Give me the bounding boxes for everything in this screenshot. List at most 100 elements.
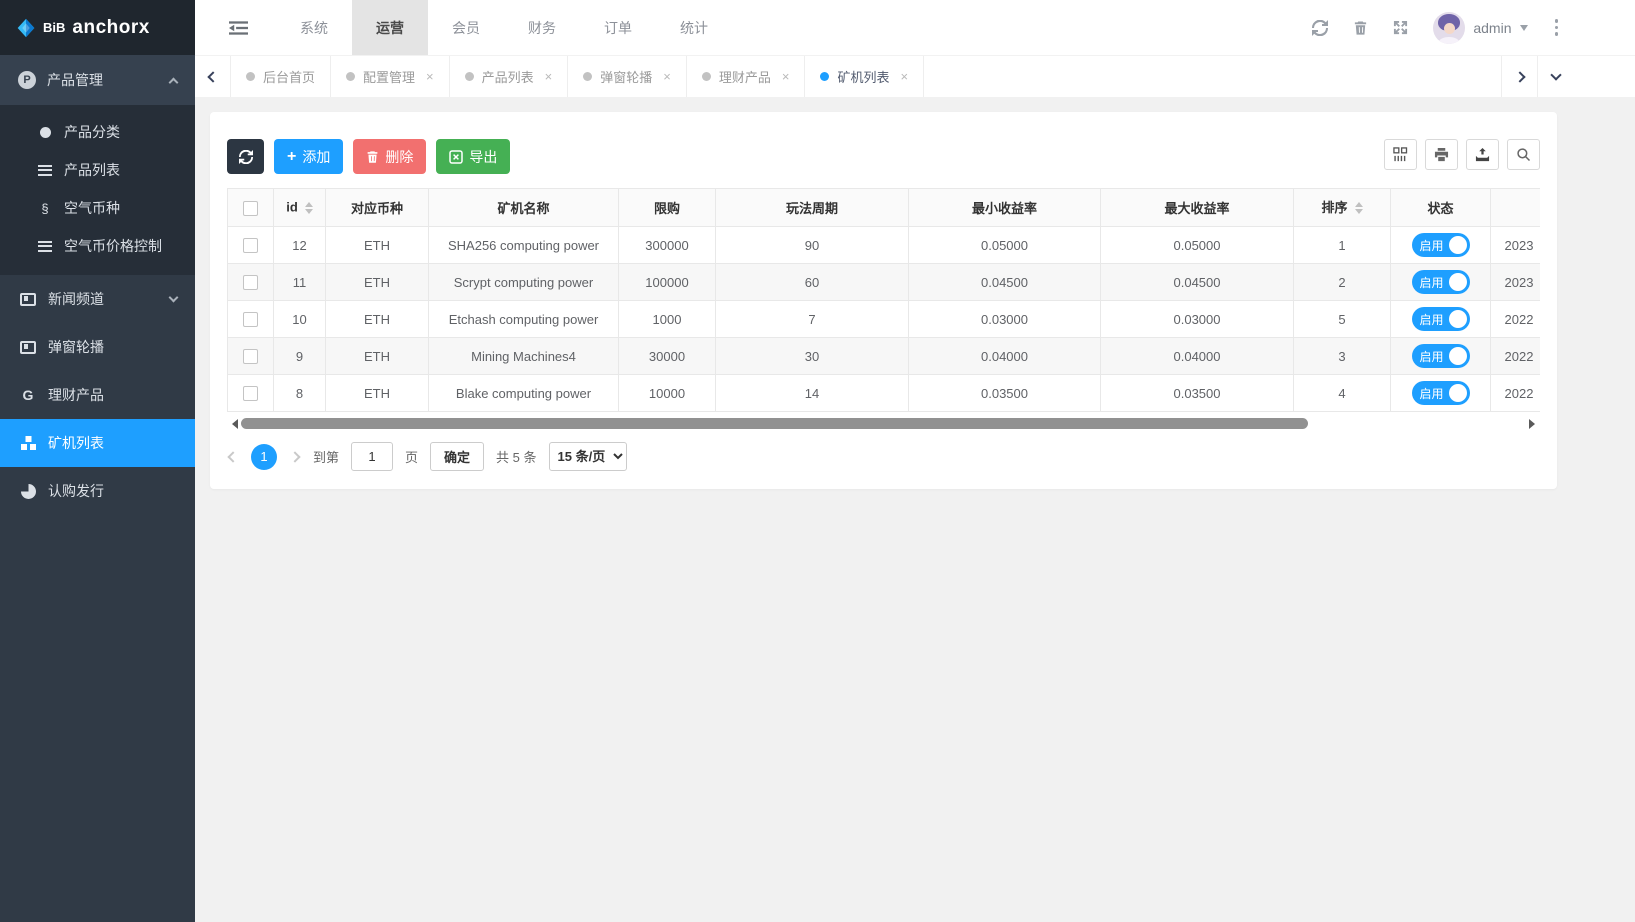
- trash-icon[interactable]: [1353, 20, 1368, 36]
- row-checkbox[interactable]: [243, 275, 258, 291]
- export-file-button[interactable]: [1466, 139, 1499, 170]
- toolbar-right-icons: [1384, 139, 1540, 170]
- refresh-icon[interactable]: [1312, 19, 1329, 36]
- top-nav-item[interactable]: 系统: [276, 0, 352, 55]
- cell-id: 8: [273, 374, 326, 412]
- top-nav-item[interactable]: 运营: [352, 0, 428, 55]
- scroll-right-arrow-icon[interactable]: [1529, 418, 1540, 429]
- header-max-rate: 最大收益率: [1100, 188, 1294, 227]
- collapse-menu-icon[interactable]: [229, 20, 248, 36]
- sidebar-item-mining-list[interactable]: 矿机列表: [0, 419, 195, 467]
- sidebar-item-air-coin-price-control[interactable]: 空气币价格控制: [0, 227, 195, 265]
- table-row: 10 ETH Etchash computing power 1000 7 0.…: [227, 300, 1540, 338]
- jump-suffix-label: 页: [405, 450, 419, 465]
- add-button[interactable]: + 添加: [274, 139, 344, 174]
- tab[interactable]: 配置管理 ×: [331, 56, 450, 97]
- sidebar-item-product-management[interactable]: P 产品管理: [0, 55, 195, 105]
- search-button[interactable]: [1507, 139, 1540, 170]
- fullscreen-icon[interactable]: [1393, 20, 1408, 35]
- status-toggle[interactable]: 启用: [1411, 381, 1470, 405]
- next-page-button[interactable]: [289, 450, 301, 463]
- tabs-scroll-right-button[interactable]: [1501, 56, 1537, 97]
- tab[interactable]: 后台首页: [231, 56, 332, 97]
- cell-id: 9: [273, 337, 326, 375]
- confirm-button[interactable]: 确定: [430, 442, 485, 471]
- sidebar-item-label: 产品列表: [64, 162, 120, 178]
- delete-button[interactable]: 删除: [353, 139, 427, 174]
- sidebar-item-popup-carousel[interactable]: 弹窗轮播: [0, 323, 195, 371]
- sidebar-item-news-channel[interactable]: 新闻频道: [0, 275, 195, 323]
- top-nav-item[interactable]: 订单: [580, 0, 656, 55]
- cell-created: 2022: [1490, 374, 1540, 412]
- page-number-button[interactable]: 1: [251, 443, 277, 470]
- tabs-scroll-left-button[interactable]: [195, 56, 231, 97]
- select-all-checkbox[interactable]: [243, 200, 258, 216]
- toggle-knob-icon: [1448, 384, 1467, 402]
- export-button[interactable]: 导出: [436, 139, 511, 174]
- table-toolbar: + 添加 删除 导出: [227, 139, 1540, 174]
- print-button[interactable]: [1425, 139, 1458, 170]
- tab[interactable]: 矿机列表 ×: [805, 56, 925, 97]
- sidebar-item-subscription-issue[interactable]: 认购发行: [0, 467, 195, 515]
- tab-dot-icon: [583, 72, 593, 81]
- columns-toggle-button[interactable]: [1384, 139, 1417, 170]
- cell-max-rate: 0.03500: [1100, 374, 1294, 412]
- scrollbar-thumb[interactable]: [241, 418, 1308, 429]
- top-nav-item[interactable]: 统计: [656, 0, 732, 55]
- sidebar-item-label: 弹窗轮播: [48, 339, 104, 355]
- tabs-menu-button[interactable]: [1537, 56, 1573, 97]
- status-toggle-label: 启用: [1419, 349, 1444, 364]
- cell-status: 启用: [1390, 374, 1491, 412]
- avatar: [1433, 11, 1466, 44]
- tab[interactable]: 理财产品 ×: [687, 56, 806, 97]
- tab-dot-icon: [820, 72, 830, 81]
- header-status: 状态: [1390, 188, 1491, 227]
- sidebar-submenu: 产品分类 产品列表 § 空气币种 空气币价格控制: [0, 105, 195, 275]
- tab-close-icon[interactable]: ×: [782, 69, 790, 84]
- page-size-select[interactable]: 15 条/页: [548, 442, 627, 471]
- sidebar-item-product-list[interactable]: 产品列表: [0, 151, 195, 189]
- scrollbar-track[interactable]: [241, 418, 1526, 429]
- row-checkbox[interactable]: [243, 349, 258, 365]
- tab-close-icon[interactable]: ×: [426, 69, 434, 84]
- cell-status: 启用: [1390, 263, 1491, 301]
- top-nav-item[interactable]: 财务: [504, 0, 580, 55]
- product-management-icon: P: [18, 71, 36, 89]
- carousel-icon: [18, 340, 38, 354]
- row-checkbox[interactable]: [243, 386, 258, 402]
- cell-max-rate: 0.04000: [1100, 337, 1294, 375]
- sidebar-item-air-coin[interactable]: § 空气币种: [0, 189, 195, 227]
- kebab-menu-icon[interactable]: [1553, 17, 1561, 38]
- table-body: 12 ETH SHA256 computing power 300000 90 …: [227, 226, 1540, 412]
- refresh-button[interactable]: [227, 139, 264, 174]
- status-toggle[interactable]: 启用: [1411, 307, 1470, 331]
- top-nav: 系统 运营 会员 财务 订单 统计: [276, 0, 732, 55]
- status-toggle[interactable]: 启用: [1411, 270, 1470, 294]
- sidebar-item-wealth-products[interactable]: G 理财产品: [0, 371, 195, 419]
- sidebar-item-label: 新闻频道: [48, 291, 104, 307]
- header-id[interactable]: id: [273, 188, 326, 227]
- user-menu[interactable]: admin: [1433, 11, 1528, 44]
- header-cycle: 玩法周期: [715, 188, 909, 227]
- status-toggle-label: 启用: [1419, 238, 1444, 253]
- cell-name: Blake computing power: [428, 374, 619, 412]
- tab-close-icon[interactable]: ×: [900, 69, 908, 84]
- status-toggle[interactable]: 启用: [1411, 344, 1470, 368]
- page-jump-input[interactable]: [351, 442, 394, 471]
- tab-close-icon[interactable]: ×: [545, 69, 553, 84]
- top-nav-item[interactable]: 会员: [428, 0, 504, 55]
- brand-name: anchorx: [72, 16, 150, 38]
- tab[interactable]: 弹窗轮播 ×: [568, 56, 687, 97]
- prev-page-button[interactable]: [227, 450, 239, 463]
- status-toggle[interactable]: 启用: [1411, 233, 1470, 257]
- sidebar-item-product-category[interactable]: 产品分类: [0, 113, 195, 151]
- sidebar-item-label: 空气币价格控制: [64, 238, 162, 254]
- cell-sort: 4: [1293, 374, 1391, 412]
- tab-close-icon[interactable]: ×: [663, 69, 671, 84]
- tab[interactable]: 产品列表 ×: [450, 56, 569, 97]
- header-sort[interactable]: 排序: [1293, 188, 1391, 227]
- cell-coin: ETH: [325, 374, 429, 412]
- row-checkbox[interactable]: [243, 312, 258, 328]
- scroll-left-arrow-icon[interactable]: [227, 418, 238, 429]
- row-checkbox[interactable]: [243, 238, 258, 254]
